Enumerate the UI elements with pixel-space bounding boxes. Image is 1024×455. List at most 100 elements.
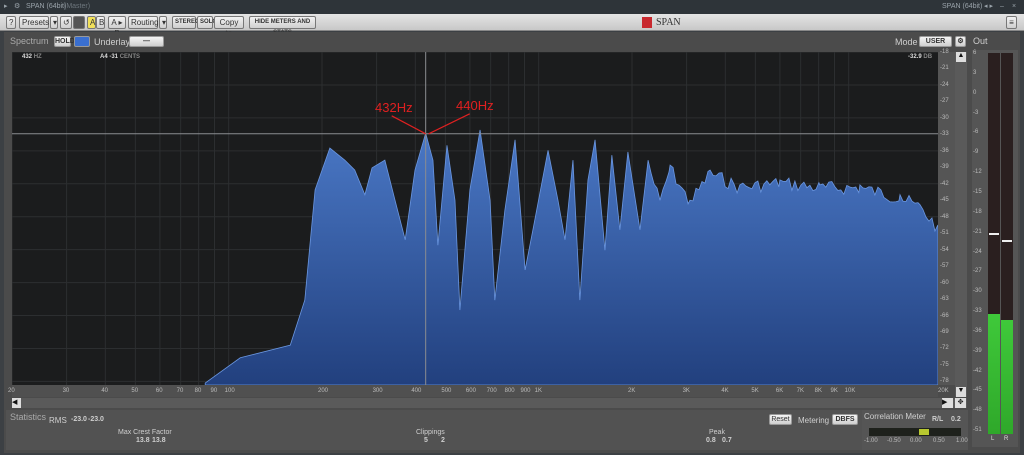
window-title: SPAN (64bit) <box>26 3 67 10</box>
out-tick-label: -48 <box>973 407 982 414</box>
preset-a-button[interactable]: A <box>87 16 96 29</box>
color-swatch[interactable] <box>73 16 85 29</box>
scroll-right-icon[interactable]: ▶ <box>942 398 953 408</box>
close-button[interactable]: × <box>1012 0 1016 14</box>
out-meter-scale: 6 3 0 -3 -6 -9 -12 -15 -18 -21 -24 -27 -30 -33 -36 -39 -… <box>972 50 986 447</box>
readout-level-unit: DB <box>923 54 933 60</box>
routing-dropdown-icon[interactable]: ▾ <box>159 16 167 29</box>
undo-icon[interactable]: ↺ <box>60 16 72 29</box>
metering-label: Metering <box>798 416 830 425</box>
prev-next-arrows-icon[interactable]: ◂ ▸ <box>984 0 993 14</box>
out-tick-label: -6 <box>973 129 979 136</box>
x-tick-label: 90 <box>210 388 218 394</box>
x-tick-label: 8K <box>814 388 822 394</box>
copy-to-button[interactable]: Copy to <box>214 16 244 38</box>
presets-button[interactable]: Presets <box>19 16 49 29</box>
readout-level: -32.9 <box>908 54 922 60</box>
copy-a-to-b-button[interactable]: A ▸ B <box>108 16 126 38</box>
spectrum-plot[interactable]: 432 HZ A4 -31 CENTS -32.9 DB 432Hz 440Hz <box>12 52 938 385</box>
gear-icon[interactable]: ⚙ <box>14 0 20 14</box>
x-tick-label: 800 <box>504 388 515 394</box>
title-bar: ▸ ⚙ SPAN (64bit) (Master) SPAN (64bit) ◂… <box>0 0 1024 14</box>
x-tick-label: 400 <box>411 388 422 394</box>
collapse-arrow-icon[interactable]: ▸ <box>4 0 8 14</box>
meter-right-channel <box>1001 53 1013 434</box>
routing-button[interactable]: Routing <box>128 16 159 29</box>
x-tick-label: 900 <box>520 388 531 394</box>
y-tick-label: -24 <box>940 81 949 88</box>
y-tick-label: -60 <box>940 279 949 286</box>
rms-right-value: -23.0 <box>88 416 104 423</box>
hide-meters-button[interactable]: HIDE METERS AND STATS <box>249 16 316 36</box>
help-button[interactable]: ? <box>6 16 16 29</box>
scroll-down-icon[interactable]: ▼ <box>956 387 966 397</box>
annotation-432hz: 432Hz <box>375 100 413 115</box>
correlation-value: 0.2 <box>951 416 961 423</box>
statistics-panel: Statistics RMS -23.0 -23.0 Max Crest Fac… <box>6 410 862 450</box>
out-tick-label: -21 <box>973 228 982 235</box>
x-tick-label: 5K <box>751 388 759 394</box>
out-tick-label: -27 <box>973 268 982 275</box>
y-tick-label: -51 <box>940 230 949 237</box>
preset-b-button[interactable]: B <box>96 16 105 29</box>
reset-button[interactable]: Reset <box>769 414 792 425</box>
y-tick-label: -36 <box>940 147 949 154</box>
clippings-left-value: 5 <box>424 437 428 444</box>
out-tick-label: 6 <box>973 50 977 56</box>
y-tick-label: -54 <box>940 246 949 253</box>
brand-name: SPAN <box>656 17 681 28</box>
x-tick-label: 10K <box>844 388 856 394</box>
x-tick-label: 200 <box>318 388 329 394</box>
vertical-scrollbar[interactable]: ▲ ▼ <box>955 52 967 397</box>
y-tick-label: -27 <box>940 98 949 105</box>
solo-button[interactable]: SOLO <box>197 16 217 29</box>
horizontal-scrollbar[interactable]: ◀ ▶ ✥ <box>12 398 967 408</box>
spectrum-label: Spectrum <box>10 36 49 46</box>
correlation-tick-label: 0.50 <box>933 438 945 444</box>
x-tick-label: 1K <box>534 388 543 394</box>
stereo-button[interactable]: STEREO <box>172 16 200 29</box>
peak-label: Peak <box>709 429 725 436</box>
meter-peak-marker <box>1002 240 1012 243</box>
out-label: Out <box>973 36 988 46</box>
readout-note: A4 -31 <box>100 54 119 60</box>
x-tick-label: 500 <box>441 388 452 394</box>
minimize-button[interactable]: – <box>1000 0 1004 14</box>
correlation-tick-label: 0.00 <box>910 438 922 444</box>
spectrum-color-button[interactable] <box>74 36 90 47</box>
x-tick-label: 6K <box>775 388 784 394</box>
plugin-toolbar: ? Presets ▾ ↺ A B A ▸ B Routing ▾ STEREO… <box>0 14 1024 38</box>
x-tick-label: 4K <box>721 388 729 394</box>
settings-gear-icon[interactable]: ⚙ <box>955 36 966 47</box>
metering-select[interactable]: DBFS <box>832 414 858 425</box>
level-axis: -18 -21 -24 -27 -30 -33 -36 -39 -42 -45 -48 -51 -54 -… <box>938 49 955 385</box>
meter-peak-marker <box>989 233 999 236</box>
y-tick-label: -30 <box>940 114 949 121</box>
menu-icon[interactable]: ≡ <box>1006 16 1017 29</box>
out-tick-label: -24 <box>973 248 982 255</box>
out-tick-label: 0 <box>973 89 977 96</box>
plugin-name: SPAN (64bit) <box>942 3 983 10</box>
meter-left-channel <box>988 53 1000 434</box>
x-tick-label: 50 <box>131 388 139 394</box>
correlation-tick-label: 1.00 <box>956 438 968 444</box>
underlay-select[interactable]: — <box>129 36 164 47</box>
hold-button[interactable]: HOLD <box>54 36 75 47</box>
correlation-indicator <box>919 429 930 435</box>
span-logo-icon <box>642 17 652 28</box>
peak-left-value: 0.8 <box>706 437 716 444</box>
zoom-fit-icon[interactable]: ✥ <box>955 398 966 408</box>
scroll-left-icon[interactable]: ◀ <box>12 398 21 408</box>
x-tick-label: 9K <box>830 388 838 394</box>
correlation-mode[interactable]: R/L <box>932 416 943 423</box>
y-tick-label: -18 <box>940 49 949 55</box>
crest-right-value: 13.8 <box>152 437 166 444</box>
clippings-right-value: 2 <box>441 437 445 444</box>
presets-dropdown-icon[interactable]: ▾ <box>50 16 58 29</box>
spectrum-area <box>204 129 938 385</box>
statistics-label: Statistics <box>10 412 47 422</box>
mode-select[interactable]: USER <box>919 36 952 47</box>
scroll-up-icon[interactable]: ▲ <box>956 52 966 62</box>
y-tick-label: -57 <box>940 263 949 270</box>
y-tick-label: -63 <box>940 296 949 303</box>
